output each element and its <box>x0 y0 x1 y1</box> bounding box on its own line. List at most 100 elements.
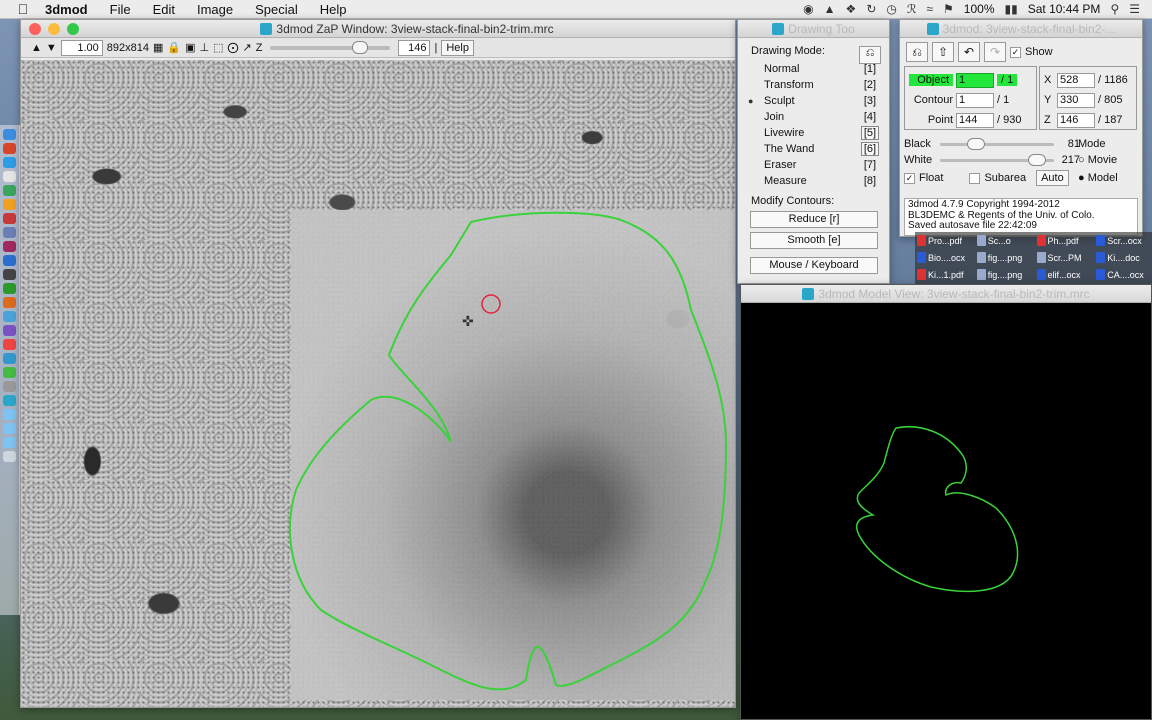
dropbox-icon[interactable]: ❖ <box>846 2 857 16</box>
z-spinbox[interactable]: 146 <box>1057 112 1095 128</box>
object-spinbox[interactable]: 1 <box>956 72 994 88</box>
white-slider[interactable] <box>940 153 1054 166</box>
desktop-file[interactable]: elif...ocx <box>1036 269 1093 280</box>
clock[interactable]: Sat 10:44 PM <box>1028 2 1101 16</box>
y-spinbox[interactable]: 330 <box>1057 92 1095 108</box>
dock-app-icon[interactable] <box>3 227 16 238</box>
radio-icon[interactable]: ● <box>748 96 760 106</box>
search-icon[interactable]: ⚲ <box>1110 2 1119 16</box>
model-titlebar[interactable]: 3dmod Model View: 3view-stack-final-bin2… <box>741 285 1151 303</box>
zoom-field[interactable]: 1.00 <box>60 39 103 56</box>
reduce-button[interactable]: Reduce [r] <box>750 211 878 228</box>
menu-app-name[interactable]: 3dmod <box>34 2 99 17</box>
help-button[interactable]: Help <box>441 39 474 56</box>
apple-icon[interactable]:  <box>12 1 34 17</box>
dock-app-icon[interactable] <box>3 339 16 350</box>
menu-image[interactable]: Image <box>186 2 244 17</box>
desktop-file[interactable]: Ph...pdf <box>1036 235 1093 246</box>
dock-folder-icon[interactable] <box>3 437 16 448</box>
section-icon[interactable]: | <box>434 42 437 54</box>
show-checkbox[interactable]: ✓ <box>1010 46 1021 58</box>
dock-app-icon[interactable] <box>3 255 16 266</box>
model-radio[interactable]: ● <box>1078 172 1085 184</box>
dock-app-icon[interactable] <box>3 157 16 168</box>
desktop-file[interactable]: Ki...1.pdf <box>917 269 973 280</box>
subarea-checkbox[interactable] <box>969 172 981 184</box>
raise-windows-icon[interactable]: ⇧ <box>932 42 954 62</box>
rubberband-icon[interactable]: ⬚ <box>213 41 223 54</box>
lock-icon[interactable]: 🔒 <box>167 41 181 54</box>
dock-app-icon[interactable] <box>3 143 16 154</box>
dock-app-icon[interactable] <box>3 297 16 308</box>
timemachine-icon[interactable]: ◷ <box>886 2 896 16</box>
dock-app-icon[interactable] <box>3 171 16 182</box>
menu-help[interactable]: Help <box>309 2 358 17</box>
zap-titlebar[interactable]: 3dmod ZaP Window: 3view-stack-final-bin2… <box>21 20 735 38</box>
desktop-file[interactable]: Ki....doc <box>1096 252 1152 263</box>
lasso-icon[interactable]: ⨀ <box>228 41 239 54</box>
dock-app-icon[interactable] <box>3 381 16 392</box>
dock-app-icon[interactable] <box>3 269 16 280</box>
mode-livewire[interactable]: Livewire [5] <box>748 125 879 141</box>
close-button[interactable] <box>29 22 41 35</box>
desktop-file[interactable]: Scr...ocx <box>1096 235 1152 246</box>
arrow-icon[interactable]: ↗ <box>243 41 252 54</box>
dock-app-icon[interactable] <box>3 353 16 364</box>
dock-folder-icon[interactable] <box>3 409 16 420</box>
desktop-file[interactable]: Sc...o <box>976 235 1033 246</box>
minimize-button[interactable] <box>48 22 60 35</box>
notification-center-icon[interactable]: ☰ <box>1129 2 1140 16</box>
dock-app-icon[interactable] <box>3 367 16 378</box>
record-icon[interactable]: ◉ <box>803 2 813 16</box>
center-icon[interactable]: ▣ <box>185 41 195 54</box>
auto-button[interactable]: Auto <box>1036 170 1069 186</box>
sync-icon[interactable]: ↻ <box>866 2 876 16</box>
dock-app-icon[interactable] <box>3 213 16 224</box>
mode-sculpt[interactable]: ● Sculpt [3] <box>748 93 879 109</box>
desktop-file[interactable]: fig....png <box>976 269 1033 280</box>
desktop-file[interactable]: CA....ocx <box>1096 269 1152 280</box>
mode-measure[interactable]: Measure [8] <box>748 173 879 189</box>
menu-special[interactable]: Special <box>244 2 309 17</box>
model-canvas[interactable] <box>741 303 1151 719</box>
dock-app-icon[interactable] <box>3 283 16 294</box>
evernote-icon[interactable]: ▲ <box>824 2 836 16</box>
dock-app-icon[interactable] <box>3 395 16 406</box>
mode-transform[interactable]: Transform [2] <box>748 77 879 93</box>
log-text-area[interactable]: 3dmod 4.7.9 Copyright 1994-2012 BL3DEMC … <box>904 198 1138 236</box>
dock-app-icon[interactable] <box>3 325 16 336</box>
checker-icon[interactable]: ▦ <box>153 41 163 54</box>
desktop-file[interactable]: Pro...pdf <box>917 235 973 246</box>
menu-file[interactable]: File <box>99 2 142 17</box>
em-image-canvas[interactable]: ✜ <box>21 60 735 707</box>
mode-join[interactable]: Join [4] <box>748 109 879 125</box>
black-slider[interactable] <box>940 137 1054 150</box>
battery-icon[interactable]: ▮▮ <box>1005 2 1018 16</box>
zoom-down-icon[interactable]: ▼ <box>46 42 57 54</box>
float-checkbox[interactable]: ✓ <box>904 172 915 184</box>
pin-button[interactable]: ⎌ <box>859 46 881 64</box>
menu-edit[interactable]: Edit <box>142 2 186 17</box>
point-spinbox[interactable]: 144 <box>956 112 994 128</box>
insert-mode-icon[interactable]: ⊥ <box>200 41 210 54</box>
mode-eraser[interactable]: Eraser [7] <box>748 157 879 173</box>
zoom-up-icon[interactable]: ▲ <box>31 42 42 54</box>
dock-app-icon[interactable] <box>3 185 16 196</box>
dock-app-icon[interactable] <box>3 129 16 140</box>
info-titlebar[interactable]: 3dmod: 3view-stack-final-bin2-... <box>900 20 1142 38</box>
drawing-titlebar[interactable]: Drawing Too <box>738 20 889 38</box>
pin-icon[interactable]: ⎌ <box>906 42 928 62</box>
desktop-file[interactable]: Bio....ocx <box>917 252 973 263</box>
z-slider[interactable] <box>270 40 391 54</box>
desktop-file[interactable]: fig....png <box>976 252 1033 263</box>
bluetooth-icon[interactable]: ℛ <box>907 2 917 16</box>
movie-radio[interactable]: ○ <box>1078 154 1085 166</box>
dock-app-icon[interactable] <box>3 311 16 322</box>
contour-spinbox[interactable]: 1 <box>956 92 994 108</box>
wifi-icon[interactable]: ≈ <box>926 2 933 16</box>
desktop-file[interactable]: Scr...PM <box>1036 252 1093 263</box>
undo-icon[interactable]: ↶ <box>958 42 980 62</box>
white-slider-knob[interactable] <box>1028 153 1046 166</box>
dock-app-icon[interactable] <box>3 199 16 210</box>
dock-folder-icon[interactable] <box>3 423 16 434</box>
